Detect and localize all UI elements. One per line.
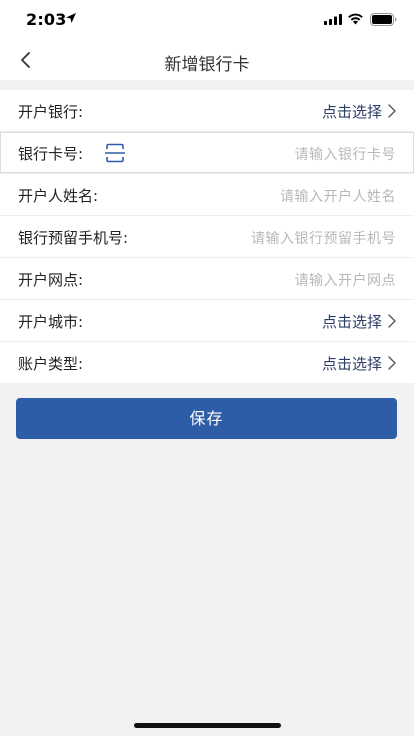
bank-select-row[interactable]: 开户银行: 点击选择: [0, 90, 414, 132]
wifi-icon: [348, 13, 363, 25]
bank-label: 开户银行:: [18, 103, 84, 121]
location-arrow-icon: [66, 13, 76, 23]
city-label: 开户城市:: [18, 313, 84, 331]
bank-card-form: 开户银行: 点击选择 银行卡号: 请输入银行卡号 开户人姓名: 请输入开户人姓名…: [0, 90, 414, 383]
card-number-input[interactable]: 请输入银行卡号: [295, 144, 397, 164]
scan-icon[interactable]: [104, 143, 126, 163]
branch-label: 开户网点:: [18, 271, 84, 289]
status-bar: 2:03: [0, 0, 414, 40]
home-indicator[interactable]: [134, 723, 281, 728]
phone-input[interactable]: 请输入银行预留手机号: [251, 228, 396, 248]
city-select-value[interactable]: 点击选择: [322, 311, 382, 332]
cellular-signal-icon: [324, 14, 342, 25]
chevron-right-icon: [388, 356, 396, 370]
save-button[interactable]: 保存: [16, 398, 397, 439]
city-select-row[interactable]: 开户城市: 点击选择: [0, 300, 414, 342]
account-name-input[interactable]: 请输入开户人姓名: [280, 186, 396, 206]
nav-bar: 新增银行卡: [0, 40, 414, 80]
card-number-row[interactable]: 银行卡号: 请输入银行卡号: [0, 132, 414, 174]
phone-label: 银行预留手机号:: [18, 229, 129, 247]
phone-row[interactable]: 银行预留手机号: 请输入银行预留手机号: [0, 216, 414, 258]
bank-select-value[interactable]: 点击选择: [322, 101, 382, 122]
chevron-right-icon: [388, 314, 396, 328]
card-number-label: 银行卡号:: [18, 145, 84, 163]
status-time: 2:03: [26, 10, 67, 29]
account-name-label: 开户人姓名:: [18, 187, 99, 205]
account-type-select-row[interactable]: 账户类型: 点击选择: [0, 342, 414, 383]
chevron-right-icon: [388, 104, 396, 118]
battery-icon: [370, 13, 397, 26]
branch-row[interactable]: 开户网点: 请输入开户网点: [0, 258, 414, 300]
page-title: 新增银行卡: [164, 55, 250, 75]
account-type-select-value[interactable]: 点击选择: [322, 353, 382, 374]
branch-input[interactable]: 请输入开户网点: [295, 270, 397, 290]
account-name-row[interactable]: 开户人姓名: 请输入开户人姓名: [0, 174, 414, 216]
account-type-label: 账户类型:: [18, 355, 84, 373]
